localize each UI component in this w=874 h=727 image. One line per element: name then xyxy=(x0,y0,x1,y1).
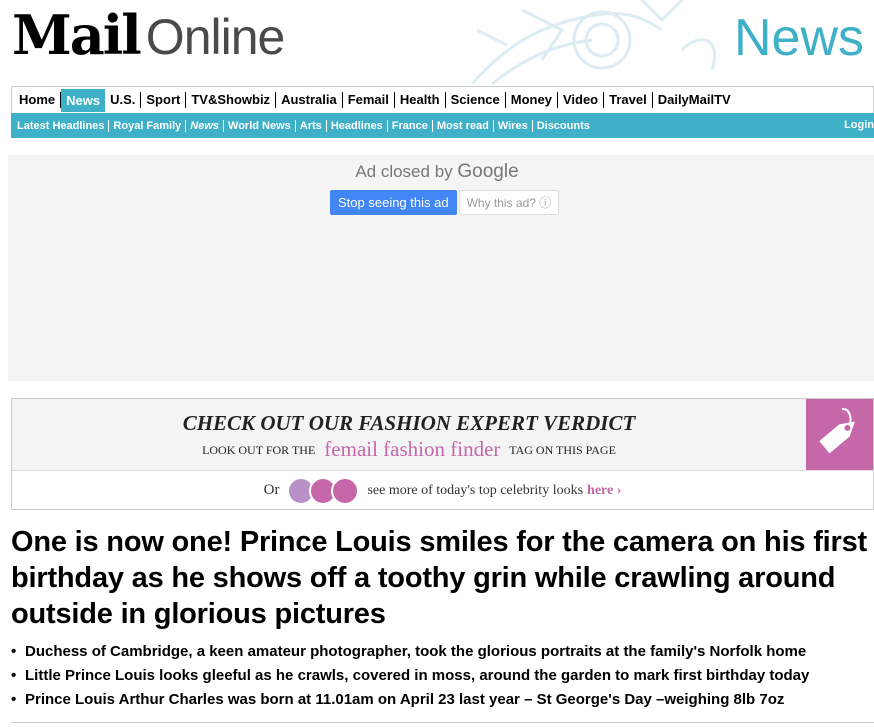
divider xyxy=(11,722,874,723)
subnav-wires[interactable]: Wires xyxy=(494,119,533,132)
logo-online: Online xyxy=(145,9,286,65)
summary-bullet: Duchess of Cambridge, a keen amateur pho… xyxy=(11,640,874,664)
why-this-ad-button[interactable]: Why this ad? ⓘ xyxy=(458,190,560,215)
fashion-finder-wordmark: femail fashion finder xyxy=(324,437,501,461)
fashion-finder-promo: CHECK OUT OUR FASHION EXPERT VERDICT LOO… xyxy=(11,398,874,510)
nav-item-health[interactable]: Health xyxy=(395,92,446,108)
stop-seeing-ad-button[interactable]: Stop seeing this ad xyxy=(330,190,457,215)
masthead: Mail Online News xyxy=(0,0,874,84)
google-wordmark: Google xyxy=(457,161,519,182)
nav-item-femail[interactable]: Femail xyxy=(343,92,395,108)
subnav-latest-headlines[interactable]: Latest Headlines xyxy=(13,119,110,132)
fashion-subline: LOOK OUT FOR THE femail fashion finder T… xyxy=(12,437,806,462)
banner-decoration: News xyxy=(462,0,874,84)
subnav-arts[interactable]: Arts xyxy=(296,119,327,132)
price-tag-icon xyxy=(806,399,873,470)
nav-item-video[interactable]: Video xyxy=(558,92,605,108)
fashion-heading: CHECK OUT OUR FASHION EXPERT VERDICT xyxy=(182,411,636,435)
see-more-text: see more of today's top celebrity looks xyxy=(367,482,584,498)
secondary-nav: Latest Headlines Royal Family News World… xyxy=(11,113,874,138)
or-text: Or xyxy=(263,482,280,498)
tag-on-page-text: TAG ON THIS PAGE xyxy=(509,443,616,457)
subnav-royal-family[interactable]: Royal Family xyxy=(109,119,187,132)
nav-item-australia[interactable]: Australia xyxy=(276,92,343,108)
here-link[interactable]: here › xyxy=(587,483,621,499)
nav-item-us[interactable]: U.S. xyxy=(105,92,142,108)
celebrity-looks-icon xyxy=(287,476,360,505)
ad-closed-text: Ad closed by Google xyxy=(0,161,874,183)
nav-item-home[interactable]: Home xyxy=(14,92,62,108)
summary-bullet: Little Prince Louis looks gleeful as he … xyxy=(11,664,874,688)
nav-item-money[interactable]: Money xyxy=(506,92,558,108)
subnav-world-news[interactable]: World News xyxy=(224,119,296,132)
look-thumb-3 xyxy=(331,476,360,505)
fashion-promo-footer: Or see more of today's top celebrity loo… xyxy=(12,472,873,509)
primary-nav: Home News U.S. Sport TV&Showbiz Australi… xyxy=(11,86,874,113)
nav-item-tvshowbiz[interactable]: TV&Showbiz xyxy=(186,92,277,108)
article-summary-bullets: Duchess of Cambridge, a keen amateur pho… xyxy=(11,640,874,712)
ad-placeholder xyxy=(8,155,874,381)
ad-feedback-buttons: Stop seeing this ad Why this ad? ⓘ xyxy=(330,190,560,215)
ad-closed-label: Ad closed by xyxy=(355,162,453,181)
section-title[interactable]: News xyxy=(734,8,864,68)
subnav-most-read[interactable]: Most read xyxy=(433,119,494,132)
subnav-discounts[interactable]: Discounts xyxy=(533,120,594,132)
login-link[interactable]: Login xyxy=(844,119,874,131)
fashion-promo-header: CHECK OUT OUR FASHION EXPERT VERDICT LOO… xyxy=(12,399,873,471)
nav-item-science[interactable]: Science xyxy=(446,92,506,108)
look-out-text: LOOK OUT FOR THE xyxy=(202,443,316,457)
mailonline-logo[interactable]: Mail Online xyxy=(12,3,286,67)
nav-item-dailymailtv[interactable]: DailyMailTV xyxy=(653,92,736,108)
summary-bullet: Prince Louis Arthur Charles was born at … xyxy=(11,688,874,712)
nav-item-sport[interactable]: Sport xyxy=(141,92,187,108)
nav-item-news[interactable]: News xyxy=(61,88,106,112)
subnav-france[interactable]: France xyxy=(388,119,433,132)
subnav-news[interactable]: News xyxy=(186,119,225,132)
logo-mail: Mail xyxy=(12,3,142,67)
article-headline: One is now one! Prince Louis smiles for … xyxy=(11,526,867,630)
subnav-headlines[interactable]: Headlines xyxy=(327,119,388,132)
nav-item-travel[interactable]: Travel xyxy=(604,92,653,108)
